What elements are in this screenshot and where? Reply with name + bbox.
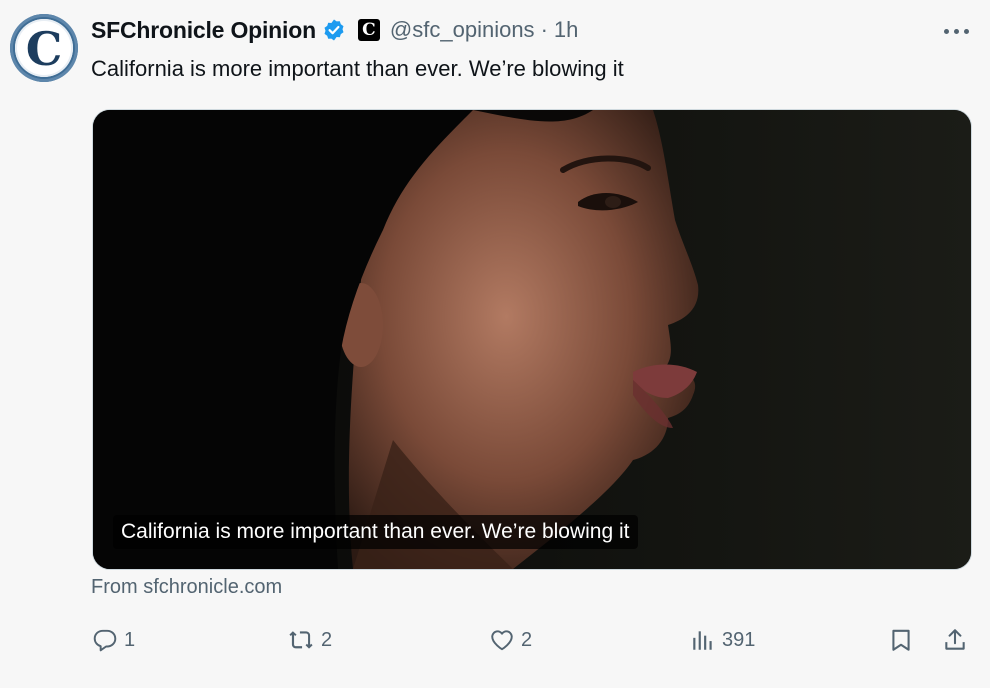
repost-count: 2 (321, 628, 333, 651)
bookmark-icon (888, 626, 914, 654)
card-source[interactable]: From sfchronicle.com (91, 576, 282, 599)
repost-button[interactable]: 2 (287, 622, 332, 658)
previous-item-clip (0, 0, 990, 6)
repost-icon (287, 627, 315, 653)
like-button[interactable]: 2 (489, 622, 532, 658)
separator-dot: · (540, 17, 548, 42)
author-name[interactable]: SFChronicle Opinion (91, 17, 316, 44)
reply-icon (92, 627, 118, 653)
reply-count: 1 (124, 628, 136, 651)
tweet-text: California is more important than ever. … (91, 56, 624, 81)
reply-button[interactable]: 1 (92, 622, 135, 658)
bookmark-button[interactable] (888, 622, 914, 658)
link-card[interactable]: California is more important than ever. … (92, 109, 972, 570)
views-icon (690, 627, 716, 653)
share-icon (942, 626, 968, 654)
tweet-header: SFChronicle Opinion C @sfc_opinions · 1h (91, 14, 578, 46)
views-count: 391 (722, 628, 756, 651)
like-icon (489, 627, 515, 653)
more-icon[interactable] (938, 20, 974, 42)
share-button[interactable] (942, 622, 968, 658)
card-headline: California is more important than ever. … (113, 515, 638, 549)
timestamp[interactable]: 1h (554, 17, 578, 43)
card-photo (93, 110, 971, 569)
avatar-ring: C (15, 19, 73, 77)
like-count: 2 (521, 628, 533, 651)
views-button[interactable]: 391 (690, 622, 755, 658)
verified-badge-icon[interactable] (322, 18, 346, 42)
avatar[interactable]: C (10, 14, 78, 82)
author-handle[interactable]: @sfc_opinions (390, 17, 535, 43)
affiliate-badge-icon[interactable]: C (357, 19, 380, 41)
chronicle-logo: C (25, 22, 63, 76)
